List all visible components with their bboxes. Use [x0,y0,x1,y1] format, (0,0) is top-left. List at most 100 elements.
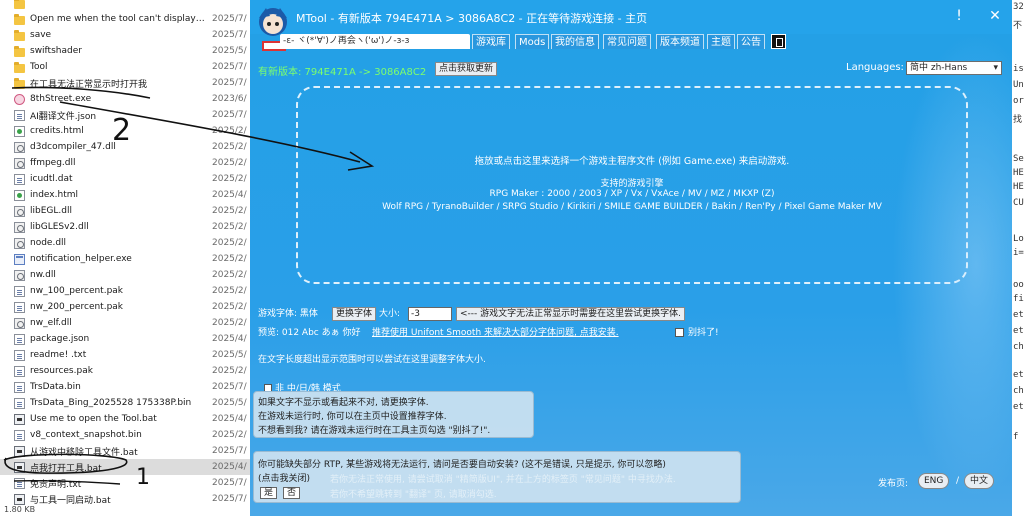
file-icon [14,173,25,185]
resize-hint: 在文字长度超出显示范围时可以尝试在这里调整字体大小. [258,355,486,365]
file-row[interactable]: nw_elf.dll 2025/2/ [0,315,250,331]
file-name: ffmpeg.dll [30,158,76,168]
file-icon [14,285,25,297]
publish-eng-button[interactable]: ENG [918,473,950,489]
file-row[interactable]: TrsData.bin 2025/7/ [0,379,250,395]
background-text-line: et [1013,310,1024,320]
file-date: 2025/2/ [212,302,247,312]
file-icon [14,109,25,121]
file-date: 2025/4/ [212,462,247,472]
file-icon [14,397,25,409]
background-text-line: et [1013,370,1024,380]
file-row[interactable]: Open me when the tool can't display ... 2… [0,11,250,27]
get-update-button[interactable]: 点击获取更新 [435,62,498,76]
file-date: 2025/2/ [212,142,247,152]
file-row[interactable]: nw_200_percent.pak 2025/2/ [0,299,250,315]
background-text-line: Se [1013,154,1024,164]
file-row[interactable]: nw.dll 2025/2/ [0,267,250,283]
dll-file-icon [14,221,25,233]
file-name: libEGL.dll [30,206,72,216]
file-icon [14,349,25,361]
bat-file-icon [14,445,25,457]
folder-icon [14,77,25,89]
background-text-line: oo [1013,280,1024,290]
tab-home-kaomoji[interactable]: -ε- ヾ(*'∀')ノ再会ヽ('ω')ノ-з-з [280,34,470,49]
rtp-yes-button[interactable]: 是 [260,487,278,499]
rtp-close-hint[interactable]: (点击我关闭) [258,471,310,484]
file-icon [14,301,25,313]
file-date: 2025/2/ [212,126,247,136]
file-row[interactable]: v8_context_snapshot.bin 2025/2/ [0,427,250,443]
file-row[interactable]: libGLESv2.dll 2025/2/ [0,219,250,235]
background-text-line: ch [1013,342,1024,352]
file-name: package.json [30,334,90,344]
file-row[interactable]: icudtl.dat 2025/2/ [0,171,250,187]
file-row[interactable]: notification_helper.exe 2025/2/ [0,251,250,267]
file-row[interactable]: resources.pak 2025/2/ [0,363,250,379]
file-row[interactable]: credits.html 2025/2/ [0,123,250,139]
file-icon [14,429,25,441]
window-title: MTool - 有新版本 794E471A > 3086A8C2 - 正在等待游… [296,12,648,25]
file-row[interactable]: ffmpeg.dll 2025/2/ [0,155,250,171]
tab-exit-icon[interactable] [771,34,786,49]
publish-cn-button[interactable]: 中文 [964,473,995,489]
file-row[interactable]: AI翻译文件.json 2025/7/ [0,107,250,123]
language-select[interactable]: 简中 zh-Hans [906,61,1002,75]
file-row[interactable]: swiftshader 2025/5/ [0,43,250,59]
game-drop-zone[interactable]: 拖放或点击这里来选择一个游戏主程序文件 (例如 Game.exe) 来启动游戏.… [296,86,968,284]
file-row[interactable]: 点我打开工具.bat 2025/4/ [0,459,250,475]
file-row[interactable]: save 2025/7/ [0,27,250,43]
file-date: 2025/7/ [212,78,247,88]
tab-version-channel[interactable]: 版本频道 [656,34,704,49]
file-explorer-list: Open me when the tool can't display ... 2… [0,0,250,516]
font-tip-line: 不想看到我? 请在游戏未运行时在工具主页勾选 "别抖了!". [258,426,491,436]
window-close-icon[interactable]: ✕ [985,6,1005,26]
file-row[interactable]: package.json 2025/4/ [0,331,250,347]
tab-faq[interactable]: 常见问题 [603,34,651,49]
file-date: 2023/6/ [212,94,247,104]
languages-label: Languages: [846,62,904,73]
file-row[interactable]: Tool 2025/7/ [0,59,250,75]
file-row[interactable] [0,0,250,11]
file-row[interactable]: libEGL.dll 2025/2/ [0,203,250,219]
background-text-line: ch [1013,386,1024,396]
file-date: 2025/5/ [212,46,247,56]
file-row[interactable]: 免责声明.txt 2025/7/ [0,475,250,491]
background-editor-text: 32 不 is Un or 找 Se HE HE CU Lo i= oo fi et et ch et ch et f [1012,0,1024,516]
file-row[interactable]: nw_100_percent.pak 2025/2/ [0,283,250,299]
file-name: node.dll [30,238,67,248]
folder-icon [14,45,25,57]
rtp-no-button[interactable]: 否 [283,487,301,499]
file-row[interactable]: TrsData_Bing_2025528 175338P.bin 2025/5/ [0,395,250,411]
tab-my-info[interactable]: 我的信息 [551,34,599,49]
file-row[interactable]: 8thStreet.exe 2023/6/ [0,91,250,107]
html-file-icon [14,189,25,201]
file-row[interactable]: readme! .txt 2025/5/ [0,347,250,363]
file-row[interactable]: node.dll 2025/2/ [0,235,250,251]
dll-file-icon [14,205,25,217]
file-row[interactable]: d3dcompiler_47.dll 2025/2/ [0,139,250,155]
dont-shake-checkbox[interactable] [675,328,684,337]
file-row[interactable]: 与工具一同启动.bat 2025/7/ [0,491,250,507]
unifont-install-link[interactable]: 推荐使用 Unifont Smooth 来解决大部分字体问题, 点我安装. [372,326,619,340]
bat-file-icon [14,461,25,473]
tab-announcements[interactable]: 公告 [737,34,765,49]
file-name: 点我打开工具.bat [30,463,102,474]
font-size-input[interactable]: -3 [408,307,452,321]
file-row[interactable]: Use me to open the Tool.bat 2025/4/ [0,411,250,427]
file-row[interactable]: 从游戏中移除工具文件.bat 2025/7/ [0,443,250,459]
font-tip-popup[interactable]: 如果文字不显示或看起来不对, 请更换字体. 在游戏未运行时, 你可以在主页中设置… [253,391,534,438]
file-name: TrsData_Bing_2025528 175338P.bin [30,398,192,408]
tab-theme[interactable]: 主题 [707,34,735,49]
rtp-install-popup[interactable]: 你可能缺失部分 RTP, 某些游戏将无法运行, 请问是否要自动安装? (这不是错… [253,451,741,503]
file-row[interactable]: 在工具无法正常显示时打开我 2025/7/ [0,75,250,91]
change-font-button[interactable]: 更换字体 [332,307,377,321]
file-icon [14,333,25,345]
window-pin-icon[interactable]: ! [949,6,969,26]
file-name: nw_100_percent.pak [30,286,124,296]
file-date: 2025/7/ [212,478,247,488]
tab-mods[interactable]: Mods [515,34,550,49]
file-row[interactable]: index.html 2025/4/ [0,187,250,203]
publish-page-label: 发布页: [878,479,909,489]
tab-game-library[interactable]: 游戏库 [472,34,510,49]
